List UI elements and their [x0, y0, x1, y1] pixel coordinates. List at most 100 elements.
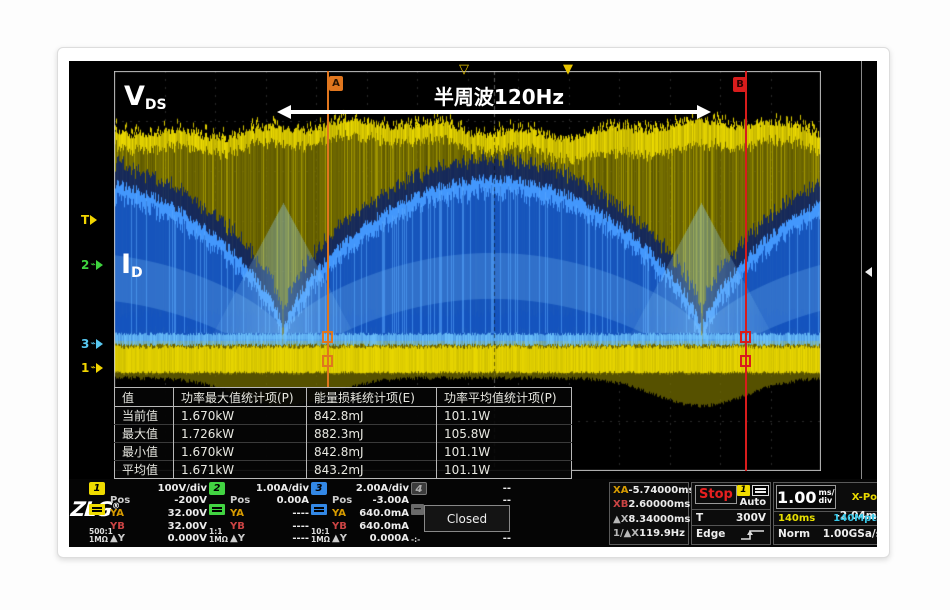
channel1-ground-marker[interactable]: 1 ⌁: [81, 360, 115, 376]
channel2-scale: 1.00A/div: [230, 483, 309, 494]
channel2-marker-label: 2: [81, 258, 89, 272]
menu-expand-arrow-icon[interactable]: [865, 267, 872, 277]
pos-label: Pos: [230, 495, 250, 506]
trigger-marker-arrow-icon: [90, 215, 97, 225]
cursor-a-yb-square[interactable]: [322, 355, 333, 367]
trigger-source-badge: 1: [737, 485, 750, 496]
table-cell: 1.670kW: [174, 443, 307, 461]
rising-edge-icon: [740, 528, 766, 541]
channel1-badge[interactable]: 1: [89, 482, 105, 495]
delta-y-label: ▲Y: [230, 533, 245, 544]
channel2-position: 0.00A: [250, 495, 309, 506]
table-row-current: 当前值 1.670kW 842.8mJ 101.1W: [115, 407, 572, 425]
arrowhead-right-icon: [697, 105, 711, 119]
table-row-avg: 平均值 1.671kW 843.2mJ 101.1W: [115, 461, 572, 479]
side-menu-strip[interactable]: [861, 61, 877, 547]
channel2-yb-value: ----: [245, 521, 309, 532]
channel4-off-icon: −: [411, 504, 424, 515]
x-cursor-panel[interactable]: XA-5.74000ms XB2.60000ms ▲X8.34000ms 1/▲…: [609, 482, 689, 545]
channel3-position: -3.00A: [352, 495, 409, 506]
channel2-badge[interactable]: 2: [209, 482, 225, 495]
inverse-delta-x-value: 119.9Hz: [639, 528, 685, 539]
trigger-level-marker[interactable]: T: [81, 212, 115, 228]
channel2-marker-arrow-icon: [96, 260, 103, 270]
channel1-status-block[interactable]: 1 500:1 1MΩ 100V/div Pos-200V YA32.00V Y…: [89, 482, 207, 545]
trigger-position-marker-icon[interactable]: ▼: [563, 63, 573, 76]
channel2-coupling-glyph: ⌁: [90, 260, 94, 270]
channel2-status-block[interactable]: 2 1:1 1MΩ 1.00A/div Pos0.00A YA---- YB--…: [209, 482, 309, 545]
channel2-coupling-icon: [209, 504, 225, 515]
yb-label: YB: [110, 521, 125, 532]
channel3-ground-marker[interactable]: 3 ⌁: [81, 336, 115, 352]
channel1-ya-value: 32.00V: [124, 508, 207, 519]
channel1-marker-arrow-icon: [96, 363, 103, 373]
xb-value: 2.60000ms: [628, 499, 690, 510]
channel4-badge[interactable]: 4: [411, 482, 427, 495]
table-cell: 105.8W: [437, 425, 572, 443]
channel3-status-block[interactable]: 3 10:1 1MΩ 2.00A/div Pos-3.00A YA640.0mA…: [311, 482, 409, 545]
id-trace-label: ID: [121, 249, 143, 281]
cursor-a-ya-square[interactable]: [322, 331, 333, 343]
cursor-b-ya-square[interactable]: [740, 331, 751, 343]
channel3-probe-ratio: 10:1 1MΩ: [311, 528, 330, 545]
measurement-table: 值 功率最大值统计项(P) 能量损耗统计项(E) 功率平均值统计项(P) 当前值…: [114, 387, 572, 479]
channel1-coupling-icon: [89, 504, 105, 515]
channel1-delta-y-value: 0.000V: [125, 533, 207, 544]
acquisition-mode: Norm: [778, 528, 810, 540]
table-header-energy-loss: 能量损耗统计项(E): [307, 388, 437, 407]
table-cell: 当前值: [115, 407, 174, 425]
channel3-badge[interactable]: 3: [311, 482, 327, 495]
cursor-a-badge[interactable]: A: [329, 76, 343, 91]
table-header-power-max: 功率最大值统计项(P): [174, 388, 307, 407]
table-cell: 842.8mJ: [307, 443, 437, 461]
channel4-scale: --: [432, 483, 511, 494]
channel3-scale: 2.00A/div: [332, 483, 409, 494]
table-cell: 101.1W: [437, 407, 572, 425]
delay-position-marker-icon[interactable]: ▽: [459, 63, 469, 76]
run-state-indicator[interactable]: Stop: [695, 485, 737, 504]
channel3-yb-value: 640.0mA: [347, 521, 409, 532]
channel2-ground-marker[interactable]: 2 ⌁: [81, 257, 115, 273]
sample-rate: 1.00GSa/s: [823, 528, 877, 540]
pos-label: Pos: [110, 495, 130, 506]
channel4-closed-box[interactable]: Closed: [424, 505, 510, 532]
channel4-probe-ratio: -:-: [411, 536, 420, 545]
delta-x-value: 8.34000ms: [628, 514, 690, 525]
half-period-arrow: [290, 110, 698, 114]
table-row-max: 最大值 1.726kW 882.3mJ 105.8W: [115, 425, 572, 443]
page-background: T 2 ⌁ 3 ⌁ 1 ⌁ VDS ID: [0, 0, 950, 610]
ya-label: YA: [230, 508, 244, 519]
trigger-coupling-icon: [752, 485, 769, 496]
table-header-value: 值: [115, 388, 174, 407]
table-cell: 1.671kW: [174, 461, 307, 479]
trigger-level-label: T: [696, 512, 703, 524]
channel4-status-block[interactable]: 4 − -:- -- -- -- Closed: [411, 482, 511, 545]
channel3-delta-y-value: 0.000A: [347, 533, 409, 544]
yb-label: YB: [332, 521, 347, 532]
table-header-power-avg: 功率平均值统计项(P): [437, 388, 572, 407]
timebase-scale-box[interactable]: 1.00 ms/div: [776, 485, 836, 509]
capture-window: 140ms: [778, 513, 815, 524]
trigger-panel[interactable]: Stop 1 Auto T300V Edge: [691, 482, 771, 545]
channel1-coupling-glyph: ⌁: [90, 363, 94, 373]
channel4-delta-y-value: --: [432, 533, 511, 544]
vds-label-sub: DS: [145, 97, 167, 113]
table-cell: 843.2mJ: [307, 461, 437, 479]
delta-x-label: ▲X: [613, 514, 628, 525]
table-cell: 101.1W: [437, 461, 572, 479]
id-label-main: I: [121, 249, 131, 280]
timebase-panel[interactable]: 1.00 ms/div X-Pos -2.04ms 140ms 140Mpts: [773, 482, 877, 545]
cursor-b-badge[interactable]: B: [733, 77, 747, 92]
cursor-b-line[interactable]: [745, 71, 747, 471]
xb-label: XB: [613, 499, 628, 510]
arrowhead-left-icon: [277, 105, 291, 119]
channel1-yb-value: 32.00V: [125, 521, 207, 532]
table-cell: 1.726kW: [174, 425, 307, 443]
table-cell: 最小值: [115, 443, 174, 461]
trigger-type-label: Edge: [696, 528, 725, 540]
table-cell: 882.3mJ: [307, 425, 437, 443]
cursor-b-yb-square[interactable]: [740, 355, 751, 367]
channel3-ya-value: 640.0mA: [346, 508, 409, 519]
channel3-marker-label: 3: [81, 337, 89, 351]
channel2-delta-y-value: ----: [245, 533, 309, 544]
